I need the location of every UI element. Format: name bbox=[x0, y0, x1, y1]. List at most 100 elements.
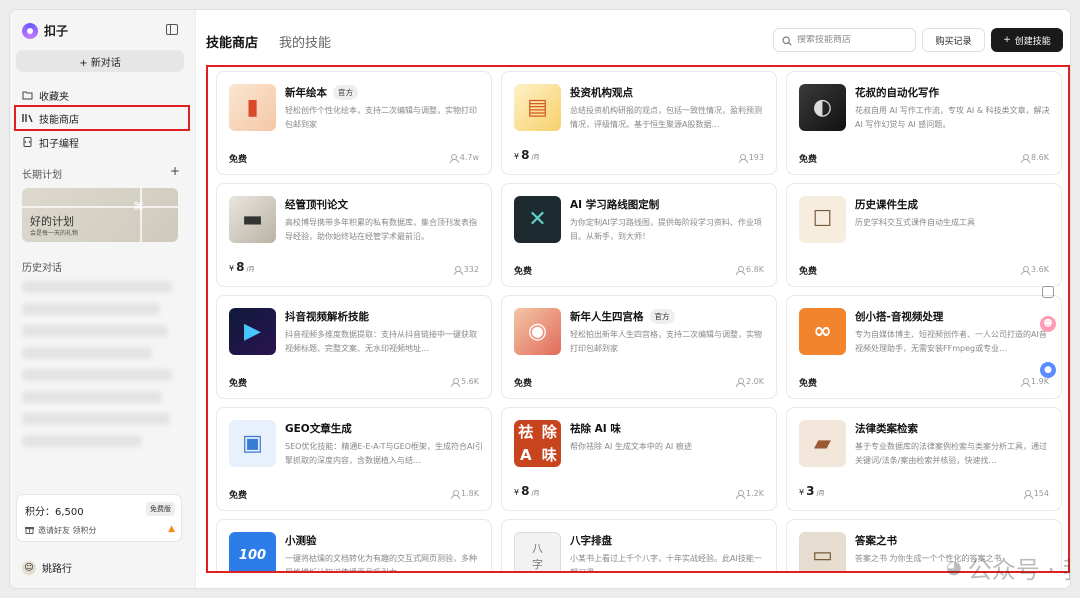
skill-title-text: 答案之书 bbox=[855, 535, 897, 547]
price-price: 3 bbox=[806, 484, 815, 498]
sidebar-item-skill-store[interactable]: 技能商店 bbox=[14, 105, 190, 131]
skill-title: 历史课件生成 bbox=[855, 197, 918, 212]
history-item[interactable] bbox=[22, 281, 172, 293]
user-icon bbox=[451, 377, 461, 387]
skill-description: 专为自媒体博主、短视频创作者、一人公司打造的AI音视频处理助手，无需安装FFmp… bbox=[855, 330, 1047, 353]
history-item[interactable] bbox=[22, 347, 152, 359]
usage-count-value: 1.2K bbox=[746, 489, 764, 498]
skill-card[interactable]: ▰ 法律类案检索 基于专业数据库的法律案例检索与类案分析工具，通过关键词/法条/案由… bbox=[786, 407, 1062, 511]
skill-card[interactable]: ▣ GEO文章生成 SEO优化技能：精通E-E-A-T与GEO框架，生成符合AI引擎… bbox=[216, 407, 492, 511]
sidebar-item-favorites[interactable]: 收藏夹 bbox=[16, 84, 188, 106]
skill-card[interactable]: ∞ 创小搭-音视频处理 专为自媒体博主、短视频创作者、一人公司打造的AI音视频处理助… bbox=[786, 295, 1062, 399]
price-price: 8 bbox=[521, 148, 530, 162]
sidebar-item-coze-code[interactable]: 扣子编程 bbox=[16, 131, 188, 153]
search-input[interactable] bbox=[797, 35, 907, 45]
plan-card[interactable]: ⌘ 好的计划 会是每一天的礼物 bbox=[22, 188, 178, 242]
skill-title: 经管顶刊论文 bbox=[285, 197, 348, 212]
gift-icon bbox=[25, 525, 34, 536]
watermark: ◕ 公众号 · 我姚学AI bbox=[946, 550, 1070, 585]
history-item[interactable] bbox=[22, 325, 168, 337]
skill-card[interactable]: 祛除 A 味祛除 AI 味帮你祛除 AI 生成文本中的 AI 痕迹 ¥8/月 1.2K bbox=[501, 407, 777, 511]
skill-card[interactable]: ▤ 投资机构观点 总结投资机构研报的观点，包括一致性情况，盈利预测情况，评级情况。基… bbox=[501, 71, 777, 175]
skill-grid: ▮ 新年绘本 官方 轻松创作个性化绘本，支持二次编辑与调整，实物打印包邮到家 免费 4.7… bbox=[206, 65, 1070, 573]
history-item[interactable] bbox=[22, 303, 160, 315]
add-plan-icon[interactable]: + bbox=[170, 164, 180, 178]
points-card[interactable]: 积分：6,500 免费版 邀请好友 领积分 ▲ bbox=[16, 494, 182, 542]
qr-code-icon[interactable] bbox=[1042, 286, 1054, 298]
usage-count: 2.0K bbox=[736, 377, 764, 387]
skill-title: 法律类案检索 bbox=[855, 421, 918, 436]
skill-price: 免费 bbox=[514, 379, 533, 389]
skill-price: ¥3/月 bbox=[799, 484, 824, 498]
invite-friends[interactable]: 邀请好友 领积分 bbox=[25, 525, 97, 536]
usage-count: 5.6K bbox=[451, 377, 479, 387]
skill-price: 免费 bbox=[799, 379, 818, 389]
assistant-avatar-icon[interactable]: ☻ bbox=[1040, 316, 1056, 332]
usage-count-value: 6.8K bbox=[746, 265, 764, 274]
skill-title: 抖音视频解析技能 bbox=[285, 309, 369, 324]
price-unit: /月 bbox=[531, 490, 540, 497]
user-icon bbox=[453, 265, 463, 275]
chat-bot-icon[interactable]: ● bbox=[1040, 362, 1056, 378]
skill-card[interactable]: ◐ 花叔的自动化写作 花叔自用 AI 写作工作流，专攻 AI & 科技类文章，解决 … bbox=[786, 71, 1062, 175]
thumbnail-text: A bbox=[519, 446, 532, 465]
watermark-text: 公众号 · 我姚学AI bbox=[967, 556, 1070, 584]
invite-label: 邀请好友 领积分 bbox=[38, 526, 97, 535]
skill-description: 抖音视频多维度数据提取：支持从抖音链接中一键获取视频标题、完整文案、无水印视频地… bbox=[285, 330, 477, 353]
skill-thumbnail-answer-book: ▭ bbox=[799, 532, 846, 571]
new-chat-button[interactable]: + 新对话 bbox=[16, 50, 184, 72]
skill-title: 答案之书 bbox=[855, 533, 897, 548]
search-box[interactable] bbox=[773, 28, 916, 52]
thumbnail-text: 八 bbox=[532, 541, 543, 555]
skill-card[interactable]: ☐ 历史课件生成 历史学科交互式课件自动生成工具 免费 3.6K bbox=[786, 183, 1062, 287]
sidebar-item-label: 扣子编程 bbox=[39, 138, 79, 150]
skill-title-text: 创小搭-音视频处理 bbox=[855, 311, 944, 323]
skill-card[interactable]: ▮ 新年绘本 官方 轻松创作个性化绘本，支持二次编辑与调整，实物打印包邮到家 免费 4.7… bbox=[216, 71, 492, 175]
tab-skill-store[interactable]: 技能商店 bbox=[206, 32, 258, 51]
usage-count-value: 8.6K bbox=[1031, 153, 1049, 162]
brand[interactable]: 扣子 bbox=[22, 22, 68, 39]
thumbnail-text: 除 bbox=[541, 422, 557, 441]
skill-card[interactable]: ▬ 经管顶刊论文 高校博导携带多年积累的私有数据库，集合顶刊发表指导经验，助你始终站… bbox=[216, 183, 492, 287]
skill-thumbnail-geo: ▣ bbox=[229, 420, 276, 467]
skill-card[interactable]: ◉ 新年人生四宫格 官方 轻松拍出新年人生四宫格，支持二次编辑与调整，实物打印包邮到家… bbox=[501, 295, 777, 399]
skill-price: 免费 bbox=[229, 379, 248, 389]
user-icon bbox=[738, 153, 748, 163]
user-profile[interactable]: ☺ 姚路行 bbox=[22, 560, 72, 575]
avatar: ☺ bbox=[22, 560, 36, 575]
skill-description: 一键将枯燥的文档转化为有趣的交互式网页测验，多种风格模板让知识传播更具吸引力 bbox=[285, 554, 477, 573]
history-item[interactable] bbox=[22, 369, 172, 381]
skill-description: 基于专业数据库的法律案例检索与类案分析工具，通过关键词/法条/案由检索并核验，快… bbox=[855, 442, 1047, 465]
user-name: 姚路行 bbox=[42, 564, 72, 575]
skill-card[interactable]: ▶ 抖音视频解析技能 抖音视频多维度数据提取：支持从抖音链接中一键获取视频标题、完整… bbox=[216, 295, 492, 399]
usage-count-value: 2.0K bbox=[746, 377, 764, 386]
skill-card[interactable]: 100 小测验 一键将枯燥的文档转化为有趣的交互式网页测验，多种风格模板让知识传播更… bbox=[216, 519, 492, 573]
tab-my-skills[interactable]: 我的技能 bbox=[279, 32, 331, 51]
user-icon bbox=[1021, 153, 1031, 163]
create-skill-label: 创建技能 bbox=[1014, 36, 1051, 47]
collapse-sidebar-icon[interactable] bbox=[166, 24, 178, 35]
skill-description: 小某书上看过上千个八字，十年实战经验。此AI技能一朝习得 bbox=[570, 554, 762, 573]
create-skill-button[interactable]: + 创建技能 bbox=[991, 28, 1063, 52]
price-price: 8 bbox=[236, 260, 245, 274]
history-item[interactable] bbox=[22, 391, 162, 403]
sidebar-item-label: 收藏夹 bbox=[39, 91, 69, 103]
history-item[interactable] bbox=[22, 413, 170, 425]
skill-card[interactable]: 八字 八字排盘小某书上看过上千个八字，十年实战经验。此AI技能一朝习得 bbox=[501, 519, 777, 573]
bow-icon: ⌘ bbox=[133, 200, 144, 213]
skill-card[interactable]: ✕ AI 学习路线图定制 为你定制AI学习路线图，提供每阶段学习资料、作业项目。从新… bbox=[501, 183, 777, 287]
skill-title-text: 祛除 AI 味 bbox=[570, 423, 621, 435]
price-currency: ¥ bbox=[514, 488, 520, 497]
coze-logo-icon bbox=[22, 22, 38, 39]
price-unit: /月 bbox=[246, 266, 255, 273]
skill-title: 花叔的自动化写作 bbox=[855, 85, 939, 100]
user-icon bbox=[1021, 377, 1031, 387]
skill-title: 创小搭-音视频处理 bbox=[855, 309, 943, 324]
usage-count: 154 bbox=[1023, 489, 1049, 499]
skill-title: 八字排盘 bbox=[570, 533, 612, 548]
thumbnail-text: 字 bbox=[532, 557, 543, 571]
purchase-history-button[interactable]: 购买记录 bbox=[922, 28, 985, 52]
skill-title-text: 历史课件生成 bbox=[855, 199, 918, 211]
history-item[interactable] bbox=[22, 435, 142, 447]
skill-title-text: 花叔的自动化写作 bbox=[855, 87, 939, 99]
